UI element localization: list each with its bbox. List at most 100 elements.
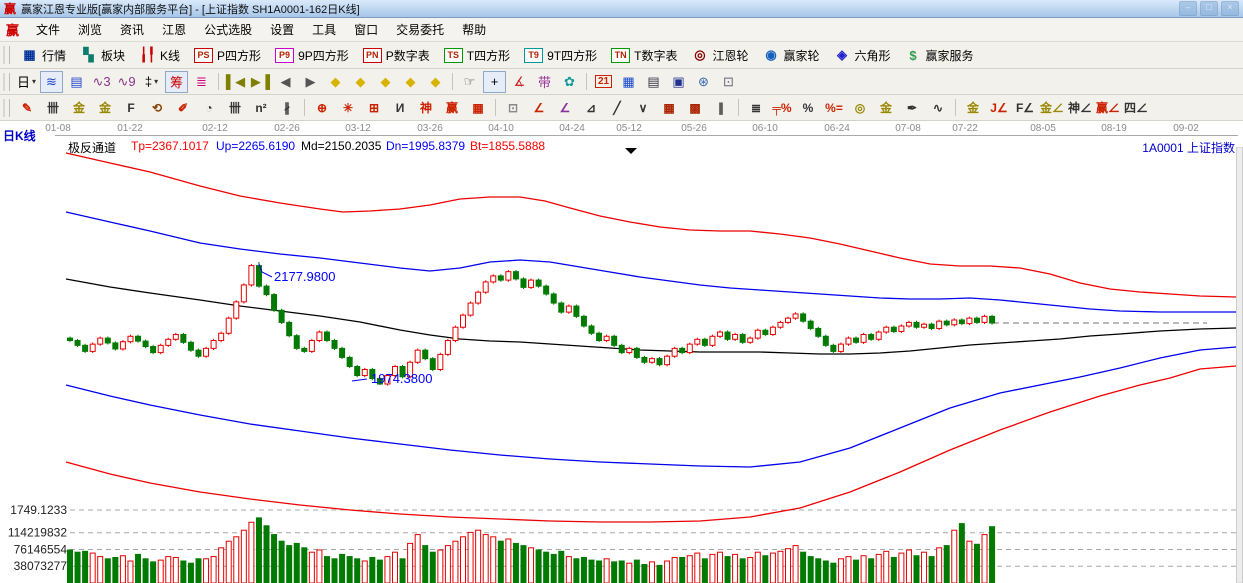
vertical-scrollbar[interactable]: [1237, 147, 1243, 583]
gold-angle-icon[interactable]: 金∠: [1039, 97, 1065, 119]
t-square-button[interactable]: TST四方形: [437, 47, 517, 64]
winner-wheel-button[interactable]: ◉赢家轮: [755, 47, 826, 64]
ying-angle-icon[interactable]: 赢∠: [1095, 97, 1121, 119]
pan-right-diamond-icon[interactable]: ◆: [349, 71, 372, 93]
menu-江恩[interactable]: 江恩: [153, 18, 195, 41]
price-scale-icon[interactable]: ≣: [744, 97, 768, 119]
t-number-table-button[interactable]: TNT数字表: [604, 47, 684, 64]
close-button[interactable]: ×: [1221, 1, 1239, 16]
9p-square-button[interactable]: P99P四方形: [268, 47, 356, 64]
t-percent-icon[interactable]: ╤%: [770, 97, 794, 119]
menu-交易委托[interactable]: 交易委托: [387, 18, 453, 41]
f-line-tool-icon[interactable]: F: [119, 97, 143, 119]
shen-grid-icon[interactable]: 神: [414, 97, 438, 119]
ink-brush-icon[interactable]: ✒: [900, 97, 924, 119]
pattern-icon[interactable]: ✿: [558, 71, 581, 93]
kline-button[interactable]: ╽╿K线: [132, 47, 187, 64]
gann-shape-icon[interactable]: 带: [533, 71, 556, 93]
gann-wheel-button[interactable]: ◎江恩轮: [684, 47, 755, 64]
grid-red2-icon[interactable]: ▩: [683, 97, 707, 119]
quotes-button[interactable]: ▦行情: [14, 47, 73, 64]
ruler-grid-icon[interactable]: ▦: [466, 97, 490, 119]
next-page-icon[interactable]: ▶: [299, 71, 322, 93]
menu-资讯[interactable]: 资讯: [111, 18, 153, 41]
last-page-icon[interactable]: ▶▐: [249, 71, 272, 93]
menu-窗口[interactable]: 窗口: [345, 18, 387, 41]
volume-profile-icon[interactable]: ≣: [190, 71, 213, 93]
grid-red-icon[interactable]: ▦: [657, 97, 681, 119]
9t-square-button[interactable]: T99T四方形: [517, 47, 604, 64]
menu-工具[interactable]: 工具: [303, 18, 345, 41]
gold-grid2-tool-icon[interactable]: 金: [93, 97, 117, 119]
k-wave-icon[interactable]: И: [388, 97, 412, 119]
single-candle-dropdown[interactable]: ‡▾: [140, 71, 163, 93]
n2-line-icon[interactable]: n²: [249, 97, 273, 119]
wave-3-icon[interactable]: ∿3: [90, 71, 113, 93]
percent-line-icon[interactable]: %=: [822, 97, 846, 119]
gann-grid-icon[interactable]: ⊞: [362, 97, 386, 119]
red-fan-icon[interactable]: ∠: [527, 97, 551, 119]
trend-net-icon[interactable]: ≋: [40, 71, 63, 93]
chart-canvas[interactable]: 1749.123311421983276146554380732772177.9…: [0, 147, 1243, 583]
hexagon-button[interactable]: ◈六角形: [827, 47, 898, 64]
dark-fan-icon[interactable]: ⊿: [579, 97, 603, 119]
notes-icon[interactable]: ▤: [642, 71, 665, 93]
hand-pan-icon[interactable]: ☞: [458, 71, 481, 93]
wave-channel-icon[interactable]: ∿: [926, 97, 950, 119]
gold-grid-tool-icon[interactable]: 金: [67, 97, 91, 119]
save-icon[interactable]: ▣: [667, 71, 690, 93]
maximize-button[interactable]: □: [1200, 1, 1218, 16]
shen-angle-icon[interactable]: 神∠: [1067, 97, 1093, 119]
si-angle-icon[interactable]: 四∠: [1123, 97, 1149, 119]
gold-underline-icon[interactable]: 金: [961, 97, 985, 119]
sectors-button[interactable]: ▚板块: [73, 47, 132, 64]
remote-service-icon[interactable]: ⊡: [717, 71, 740, 93]
web-update-icon[interactable]: ⊛: [692, 71, 715, 93]
zoom-in-diamond-icon[interactable]: ◆: [374, 71, 397, 93]
calendar-icon[interactable]: 21: [592, 71, 615, 93]
menu-设置[interactable]: 设置: [261, 18, 303, 41]
purple-fan-icon[interactable]: ∠: [553, 97, 577, 119]
fit-all-diamond-icon[interactable]: ◆: [424, 71, 447, 93]
mirror-angle-icon[interactable]: ∦: [275, 97, 299, 119]
parallel-lines-icon[interactable]: ∥: [709, 97, 733, 119]
menu-帮助[interactable]: 帮助: [453, 18, 495, 41]
star-fan-icon[interactable]: ✳: [336, 97, 360, 119]
brush-tool-icon[interactable]: ✎: [15, 97, 39, 119]
j-angle-icon[interactable]: J∠: [987, 97, 1011, 119]
measure-brush-icon[interactable]: ✐: [171, 97, 195, 119]
p-square-button[interactable]: PSP四方形: [187, 47, 268, 64]
menu-浏览[interactable]: 浏览: [69, 18, 111, 41]
calculator-icon[interactable]: ▦: [617, 71, 640, 93]
f-angle-icon[interactable]: F∠: [1013, 97, 1037, 119]
wave-9-icon[interactable]: ∿9: [115, 71, 138, 93]
info-panel-icon[interactable]: ▤: [65, 71, 88, 93]
gold-level-icon[interactable]: 金: [874, 97, 898, 119]
winner-service-button[interactable]: $赢家服务: [898, 47, 981, 64]
spiral-tool-icon[interactable]: ⟲: [145, 97, 169, 119]
t-number-table-button-icon: TN: [611, 48, 630, 63]
menu-公式选股[interactable]: 公式选股: [195, 18, 261, 41]
circle-division-icon[interactable]: ◔: [197, 97, 221, 119]
box-measure-icon[interactable]: ⊡: [501, 97, 525, 119]
gold-circle-icon[interactable]: ◎: [848, 97, 872, 119]
zoom-out-diamond-icon[interactable]: ◆: [399, 71, 422, 93]
prev-page-icon[interactable]: ◀: [274, 71, 297, 93]
p-number-table-button[interactable]: PNP数字表: [356, 47, 437, 64]
target-crosshair-icon[interactable]: ⊕: [310, 97, 334, 119]
trend-line-icon[interactable]: ╱: [605, 97, 629, 119]
minimize-button[interactable]: –: [1179, 1, 1197, 16]
angle-compass-icon[interactable]: ∡: [508, 71, 531, 93]
period-day-dropdown[interactable]: 日▾: [15, 71, 38, 93]
percent-icon[interactable]: %: [796, 97, 820, 119]
dense-line-icon[interactable]: 卌: [223, 97, 247, 119]
gann-line-tool-icon[interactable]: 卌: [41, 97, 65, 119]
pan-left-diamond-icon[interactable]: ◆: [324, 71, 347, 93]
volume-bar: [778, 551, 783, 583]
menu-文件[interactable]: 文件: [27, 18, 69, 41]
chip-distribution-icon[interactable]: 筹: [165, 71, 188, 93]
ying-grid-icon[interactable]: 赢: [440, 97, 464, 119]
crosshair-icon[interactable]: +: [483, 71, 506, 93]
first-page-icon[interactable]: ▌◀: [224, 71, 247, 93]
v-wave-icon[interactable]: ∨: [631, 97, 655, 119]
